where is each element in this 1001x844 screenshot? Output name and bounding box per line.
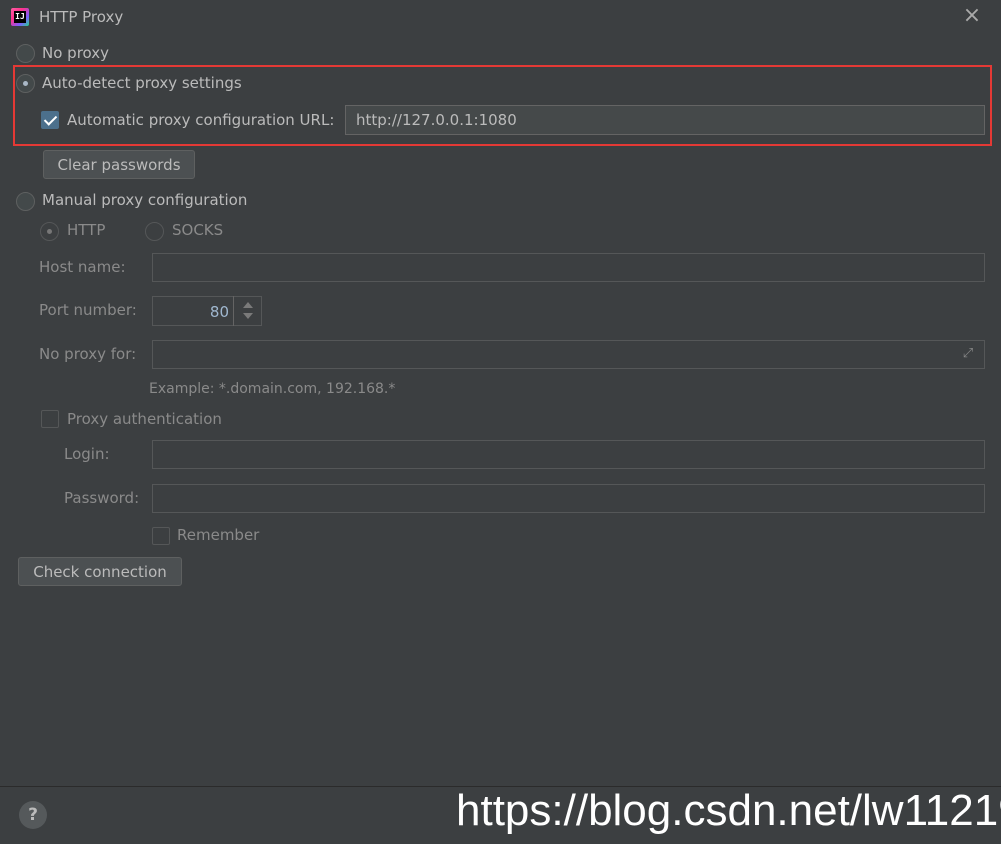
no-proxy-for-input[interactable] [152,340,985,369]
no-proxy-label[interactable]: No proxy [42,44,109,62]
intellij-logo-icon: IJ [11,8,29,26]
port-number-value[interactable]: 80 [153,297,229,327]
http-radio[interactable] [40,222,59,241]
example-hint: Example: *.domain.com, 192.168.* [149,381,396,397]
remember-label[interactable]: Remember [177,526,259,544]
clear-passwords-button[interactable]: Clear passwords [43,150,195,179]
remember-checkbox[interactable] [152,527,170,545]
host-name-input[interactable] [152,253,985,282]
spin-up-icon[interactable] [243,302,253,308]
help-icon[interactable]: ? [19,801,47,829]
highlight-box [13,65,992,146]
no-proxy-radio[interactable] [16,44,35,63]
socks-label[interactable]: SOCKS [172,221,223,239]
port-number-label: Port number: [39,301,137,319]
expand-icon[interactable]: ⤢ [960,346,976,362]
login-label: Login: [64,445,110,463]
check-connection-button[interactable]: Check connection [18,557,182,586]
no-proxy-for-label: No proxy for: [39,345,137,363]
close-icon[interactable]: × [962,5,982,27]
http-label[interactable]: HTTP [67,221,105,239]
manual-proxy-label[interactable]: Manual proxy configuration [42,191,247,209]
dialog-title: HTTP Proxy [39,8,124,26]
port-spinner[interactable] [233,296,261,326]
title-bar: IJ HTTP Proxy × [0,0,1001,36]
login-input[interactable] [152,440,985,469]
proxy-auth-label[interactable]: Proxy authentication [67,410,222,428]
proxy-auth-checkbox[interactable] [41,410,59,428]
socks-radio[interactable] [145,222,164,241]
password-label: Password: [64,489,140,507]
manual-proxy-radio[interactable] [16,192,35,211]
host-name-label: Host name: [39,258,126,276]
spin-down-icon[interactable] [243,313,253,319]
watermark-text: https://blog.csdn.net/lw112190 [456,786,1001,835]
password-input[interactable] [152,484,985,513]
